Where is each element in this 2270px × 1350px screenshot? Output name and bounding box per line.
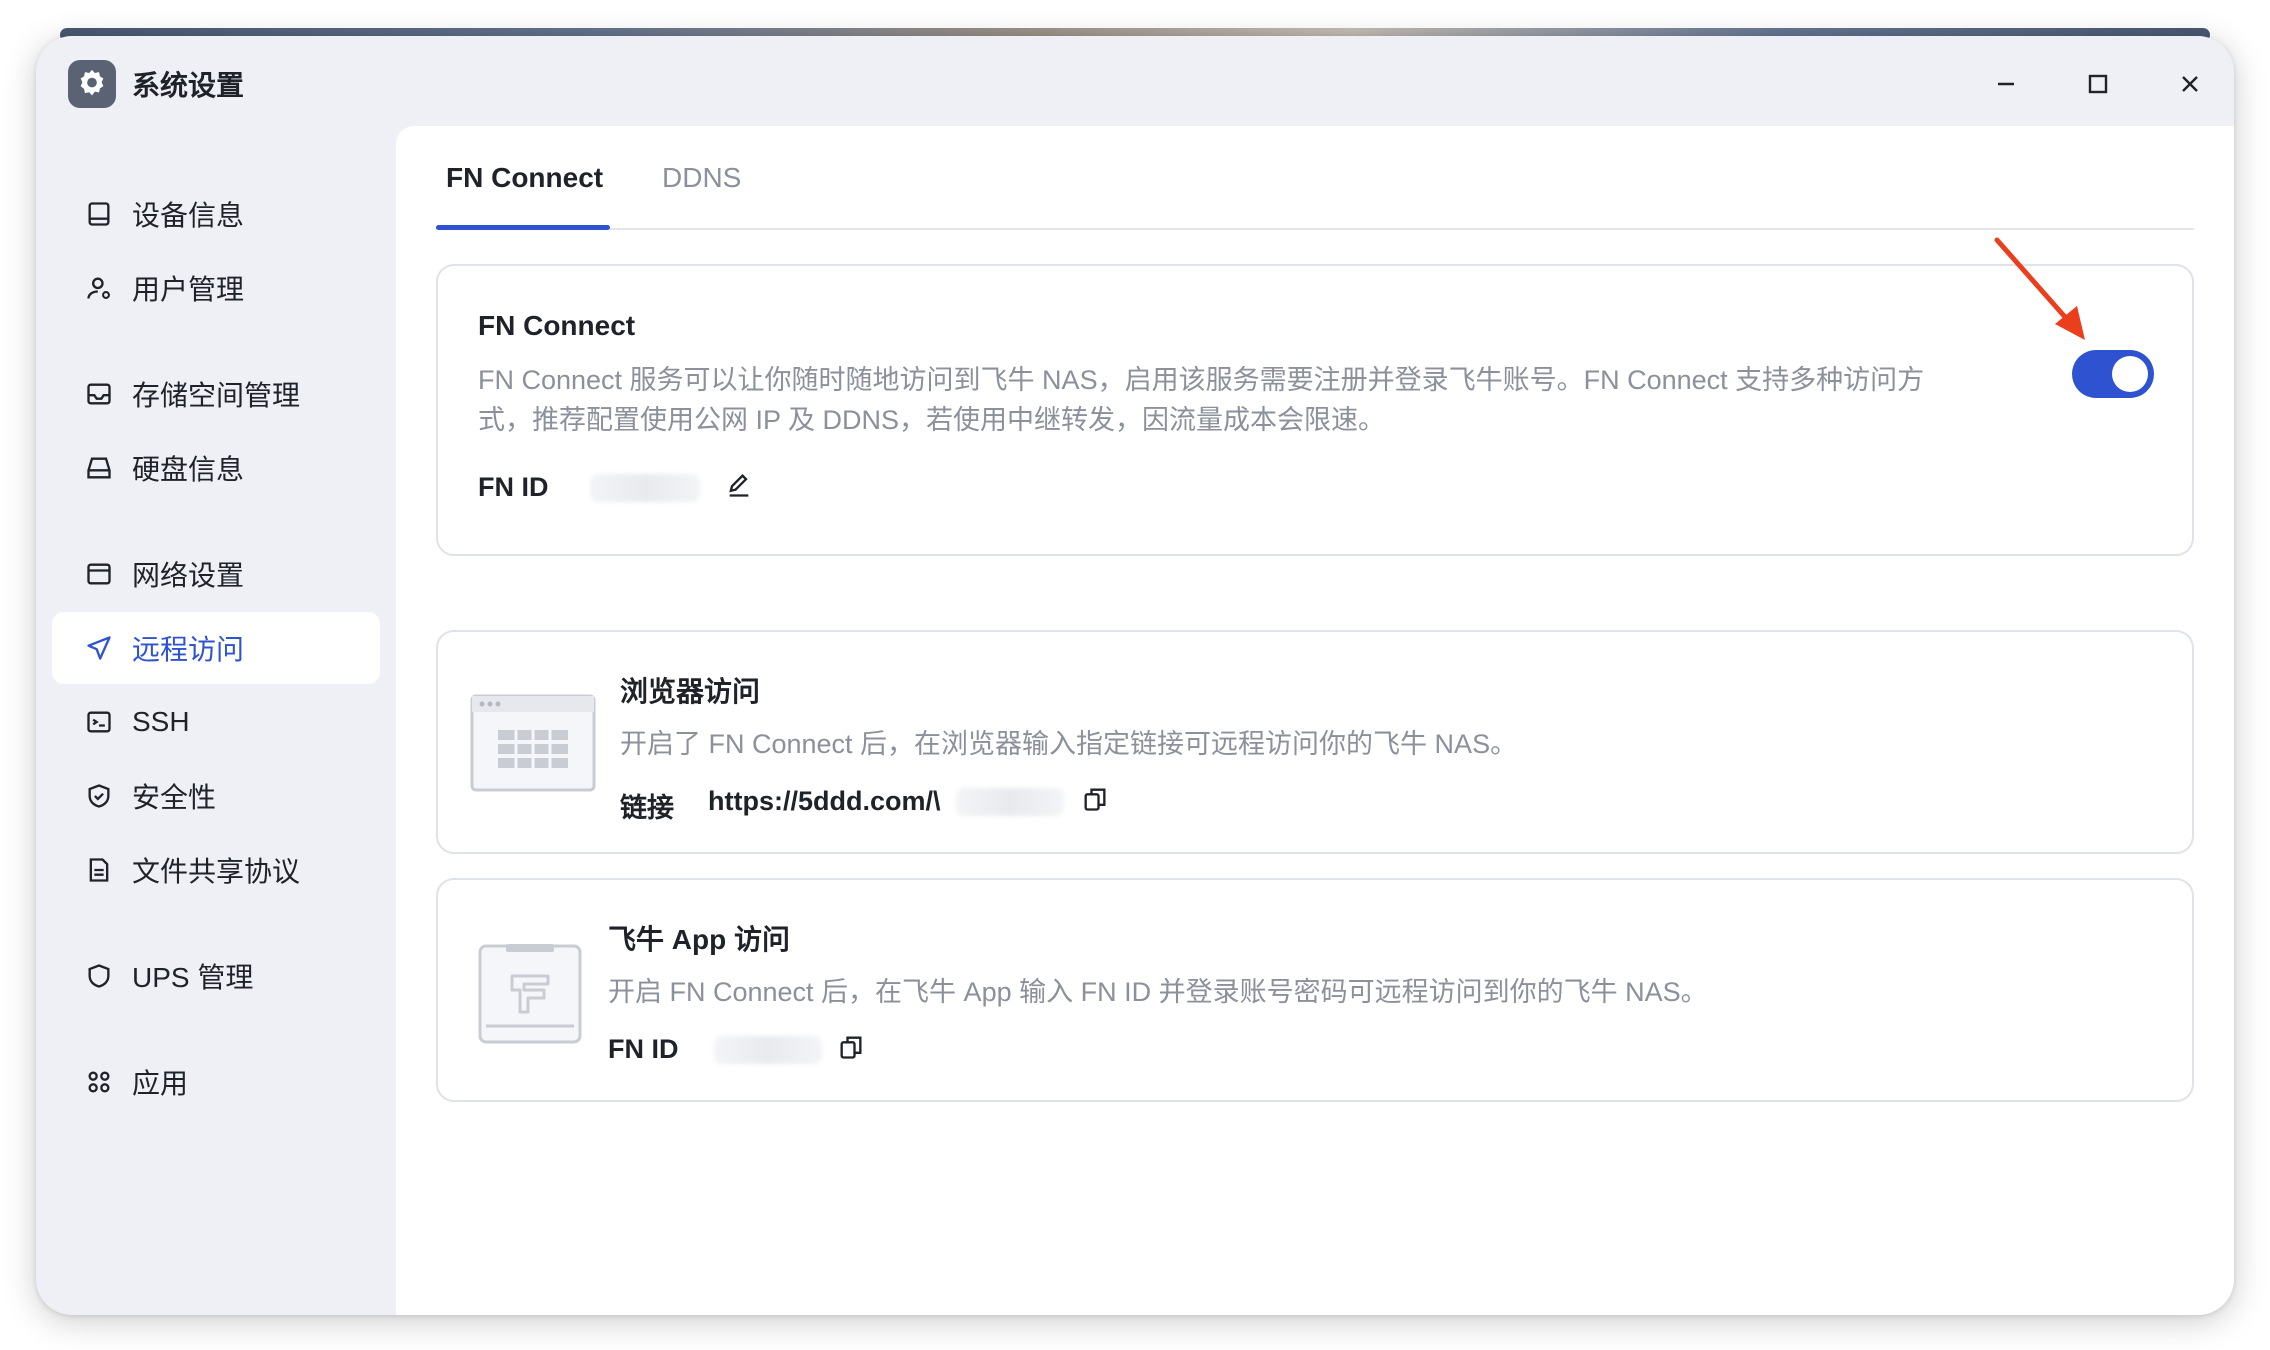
toggle-knob <box>2112 356 2148 392</box>
sidebar-item-label: 设备信息 <box>132 200 245 231</box>
browser-access-card: 浏览器访问 开启了 FN Connect 后，在浏览器输入指定链接可远程访问你的… <box>436 630 2194 854</box>
minimize-button[interactable] <box>1988 66 2024 102</box>
active-tab-indicator <box>436 225 610 230</box>
sidebar-item-label: 用户管理 <box>132 274 245 305</box>
sidebar-item-device-info[interactable]: 设备信息 <box>52 178 380 250</box>
copy-icon <box>1084 788 1106 811</box>
network-icon <box>84 559 114 589</box>
fn-id-label: FN ID <box>478 472 549 502</box>
sidebar-item-label: 存储空间管理 <box>132 380 301 411</box>
settings-gear-icon <box>68 60 116 108</box>
card-description: FN Connect 服务可以让你随时随地访问到飞牛 NAS，启用该服务需要注册… <box>478 360 2038 440</box>
fn-connect-card: FN Connect FN Connect 服务可以让你随时随地访问到飞牛 NA… <box>436 264 2194 556</box>
card-title: 浏览器访问 <box>620 676 761 707</box>
sidebar-item-label: 网络设置 <box>132 560 245 591</box>
sidebar-item-ups[interactable]: UPS 管理 <box>52 940 380 1012</box>
user-icon <box>84 273 114 303</box>
link-value-redacted <box>956 788 1064 816</box>
device-icon <box>84 199 114 229</box>
apps-icon <box>84 1067 114 1097</box>
pencil-icon <box>729 474 749 497</box>
title-bar: 系统设置 <box>36 36 2234 126</box>
terminal-icon <box>84 707 114 737</box>
sidebar-item-network[interactable]: 网络设置 <box>52 538 380 610</box>
sidebar-item-storage[interactable]: 存储空间管理 <box>52 358 380 430</box>
card-description: 开启了 FN Connect 后，在浏览器输入指定链接可远程访问你的飞牛 NAS… <box>620 729 1518 759</box>
description-line: 式，推荐配置使用公网 IP 及 DDNS，若使用中继转发，因流量成本会限速。 <box>478 405 1386 435</box>
app-access-card: 飞牛 App 访问 开启 FN Connect 后，在飞牛 App 输入 FN … <box>436 878 2194 1102</box>
edit-fn-id-button[interactable] <box>724 470 754 500</box>
document-icon <box>84 855 114 885</box>
sidebar-item-label: 应用 <box>132 1068 189 1099</box>
sidebar-item-label: 文件共享协议 <box>132 856 301 887</box>
sidebar-item-label: UPS 管理 <box>132 962 254 993</box>
copy-link-button[interactable] <box>1080 784 1110 814</box>
tab-fn-connect[interactable]: FN Connect <box>446 162 603 194</box>
send-icon <box>84 633 114 663</box>
link-label: 链接 <box>620 793 674 823</box>
annotation-arrow-icon <box>1993 236 2093 351</box>
sidebar-item-label: 安全性 <box>132 782 217 813</box>
copy-icon <box>840 1036 862 1059</box>
tab-label: FN Connect <box>446 162 604 193</box>
fn-id-label: FN ID <box>608 1034 679 1064</box>
shield-check-icon <box>84 781 114 811</box>
fn-connect-toggle[interactable] <box>2072 350 2154 398</box>
card-description: 开启 FN Connect 后，在飞牛 App 输入 FN ID 并登录账号密码… <box>608 977 1708 1007</box>
close-icon <box>2182 76 2198 92</box>
minimize-icon <box>1998 82 2014 86</box>
sidebar: 设备信息 用户管理 存储空间管理 硬盘信息 网络设置 远程访问 SSH 安全性 … <box>36 126 396 1315</box>
copy-fn-id-button[interactable] <box>836 1032 866 1062</box>
maximize-button[interactable] <box>2080 66 2116 102</box>
card-title: 飞牛 App 访问 <box>608 924 790 955</box>
window-title: 系统设置 <box>132 70 245 101</box>
maximize-icon <box>2088 74 2108 94</box>
mobile-app-illustration <box>476 942 584 1051</box>
browser-window-illustration <box>470 694 596 797</box>
tab-ddns[interactable]: DDNS <box>662 162 741 194</box>
fn-id-value-redacted <box>590 474 700 502</box>
sidebar-item-ssh[interactable]: SSH <box>52 686 380 758</box>
shield-icon <box>84 961 114 991</box>
sidebar-item-user-management[interactable]: 用户管理 <box>52 252 380 324</box>
sidebar-item-disk-info[interactable]: 硬盘信息 <box>52 432 380 504</box>
sidebar-item-label: 远程访问 <box>132 634 245 665</box>
main-content: FN Connect DDNS FN Connect FN Connect 服务… <box>396 126 2234 1315</box>
close-button[interactable] <box>2172 66 2208 102</box>
storage-icon <box>84 379 114 409</box>
tab-label: DDNS <box>662 162 742 193</box>
fn-id-value-redacted <box>714 1036 822 1064</box>
settings-window: 系统设置 设备信息 用户管理 存储空间管理 硬盘信息 网络设置 远程访问 SSH… <box>36 36 2234 1315</box>
description-line: FN Connect 服务可以让你随时随地访问到飞牛 NAS，启用该服务需要注册… <box>478 365 1925 395</box>
sidebar-item-security[interactable]: 安全性 <box>52 760 380 832</box>
sidebar-item-file-sharing[interactable]: 文件共享协议 <box>52 834 380 906</box>
card-title: FN Connect <box>478 310 636 341</box>
remote-link[interactable]: https://5ddd.com/\ <box>708 786 941 817</box>
sidebar-item-remote-access[interactable]: 远程访问 <box>52 612 380 684</box>
tab-bar: FN Connect DDNS <box>436 126 2194 230</box>
sidebar-item-label: SSH <box>132 706 190 737</box>
sidebar-item-label: 硬盘信息 <box>132 454 245 485</box>
sidebar-item-apps[interactable]: 应用 <box>52 1046 380 1118</box>
disk-icon <box>84 453 114 483</box>
